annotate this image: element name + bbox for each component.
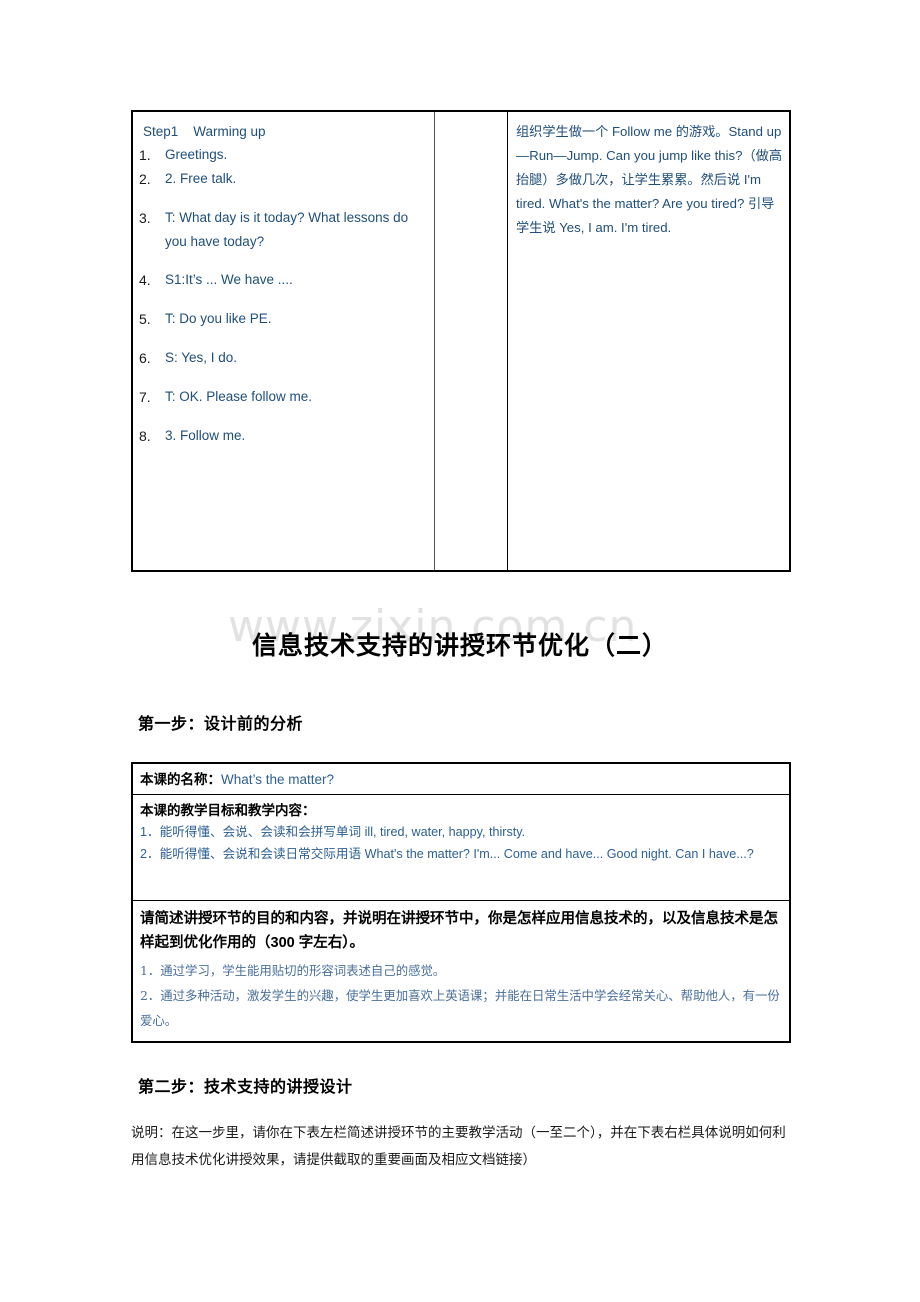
question-answer-row: 请简述讲授环节的目的和内容，并说明在讲授环节中，你是怎样应用信息技术的，以及信息…	[133, 901, 789, 1041]
list-item: 1. Greetings.	[139, 143, 428, 167]
list-item-text: S: Yes, I do.	[165, 350, 238, 365]
list-item-text: T: What day is it today? What lessons do…	[165, 210, 409, 249]
list-item: 2. 2. Free talk.	[139, 167, 428, 191]
answer-line: 1．通过学习，学生能用贴切的形容词表述自己的感觉。	[140, 963, 446, 978]
list-item: 8. 3. Follow me.	[139, 424, 428, 448]
list-item-number: 6.	[139, 350, 151, 366]
lesson-name-label: 本课的名称：	[140, 772, 221, 787]
lesson-name-label-wrap: 本课的名称：What’s the matter?	[140, 769, 782, 790]
table-column-notes: 组织学生做一个 Follow me 的游戏。Stand up—Run—Jump.…	[508, 112, 789, 570]
activity-list: 1. Greetings. 2. 2. Free talk. 3. T: Wha…	[139, 143, 428, 448]
list-item-number: 7.	[139, 389, 151, 405]
list-item-text: Greetings.	[165, 147, 228, 162]
list-item-number: 3.	[139, 210, 151, 226]
instructions-paragraph: 说明：在这一步里，请你在下表左栏简述讲授环节的主要教学活动（一至二个），并在下表…	[131, 1125, 786, 1167]
question-prompt: 请简述讲授环节的目的和内容，并说明在讲授环节中，你是怎样应用信息技术的，以及信息…	[140, 911, 778, 951]
list-item: 3. T: What day is it today? What lessons…	[139, 206, 428, 254]
document-page: Step1 Warming up 1. Greetings. 2. 2. Fre…	[0, 0, 920, 1302]
list-item-number: 5.	[139, 311, 151, 327]
section-heading-step-one: 第一步：设计前的分析	[138, 716, 304, 733]
list-item: 7. T: OK. Please follow me.	[139, 385, 428, 409]
page-title: 信息技术支持的讲授环节优化（二）	[251, 631, 668, 660]
list-item: 6. S: Yes, I do.	[139, 346, 428, 370]
answer-line: 2．通过多种活动，激发学生的兴趣，使学生更加喜欢上英语课；并能在日常生活中学会经…	[140, 988, 780, 1028]
section-heading-step-two: 第二步：技术支持的讲授设计	[138, 1079, 353, 1096]
list-item-number: 2.	[139, 171, 151, 187]
objectives-label: 本课的教学目标和教学内容：	[140, 803, 316, 818]
table-column-empty	[435, 112, 508, 570]
notes-paragraph: 组织学生做一个 Follow me 的游戏。Stand up—Run—Jump.…	[516, 124, 783, 235]
step-heading: Step1 Warming up	[143, 124, 266, 139]
lesson-name-value: What’s the matter?	[221, 772, 335, 787]
objective-line: 1．能听得懂、会说、会读和会拼写单词 ill, tired, water, ha…	[140, 825, 526, 839]
list-item: 5. T: Do you like PE.	[139, 307, 428, 331]
table-column-activities: Step1 Warming up 1. Greetings. 2. 2. Fre…	[133, 112, 435, 570]
objectives-row: 本课的教学目标和教学内容： 1．能听得懂、会说、会读和会拼写单词 ill, ti…	[133, 795, 789, 901]
list-item-text: S1:It’s ... We have ....	[165, 272, 293, 287]
list-item-number: 1.	[139, 147, 151, 163]
pre-design-analysis-box: 本课的名称：What’s the matter? 本课的教学目标和教学内容： 1…	[131, 762, 791, 1043]
objective-line: 2．能听得懂、会说和会读日常交际用语 What's the matter? I'…	[140, 847, 754, 861]
list-item: 4. S1:It’s ... We have ....	[139, 268, 428, 292]
list-item-text: 3. Follow me.	[165, 428, 246, 443]
list-item-number: 4.	[139, 272, 151, 288]
lesson-name-row: 本课的名称：What’s the matter?	[133, 764, 789, 795]
list-item-text: 2. Free talk.	[165, 171, 237, 186]
list-item-text: T: Do you like PE.	[165, 311, 272, 326]
list-item-text: T: OK. Please follow me.	[165, 389, 313, 404]
list-item-number: 8.	[139, 428, 151, 444]
warming-up-table: Step1 Warming up 1. Greetings. 2. 2. Fre…	[131, 110, 791, 572]
